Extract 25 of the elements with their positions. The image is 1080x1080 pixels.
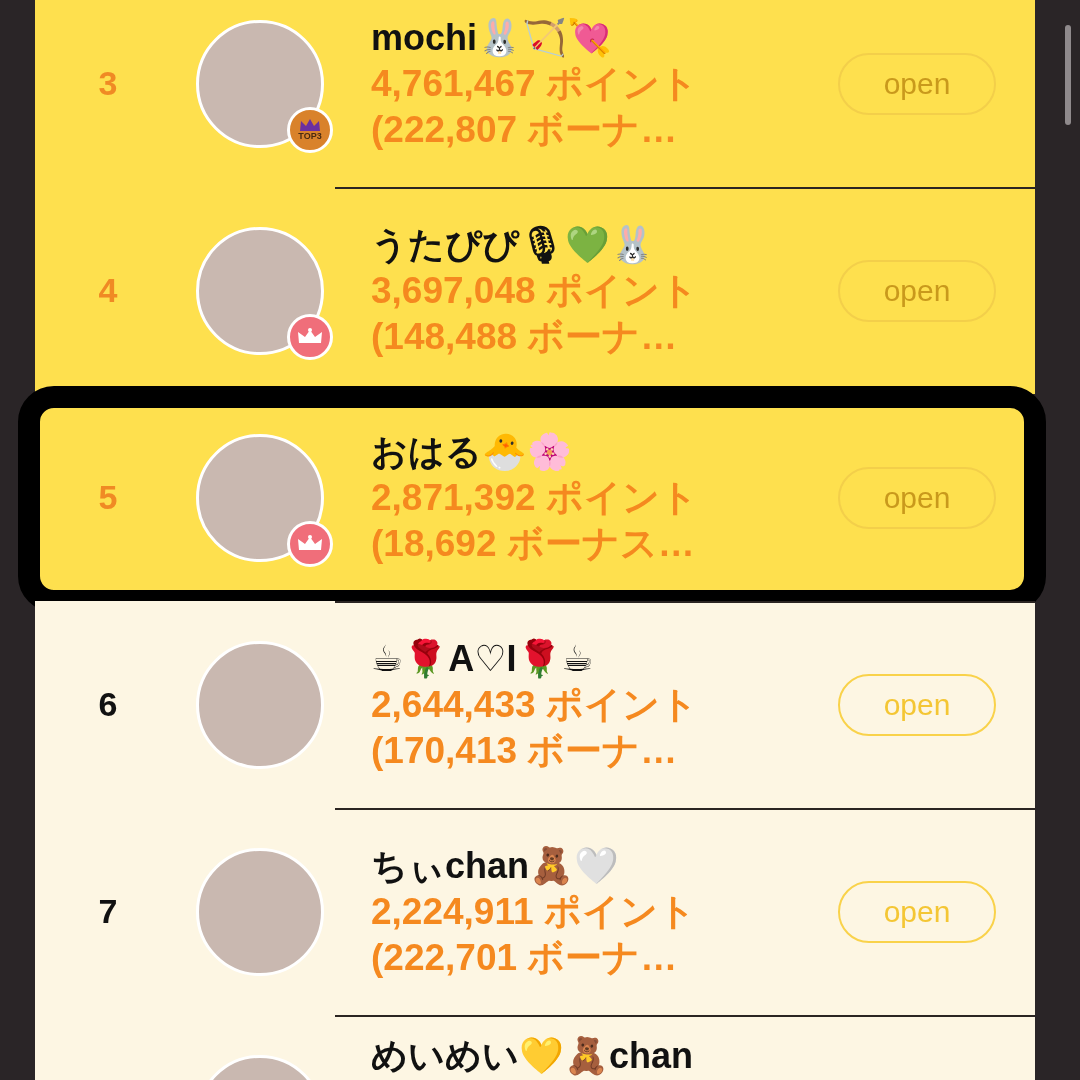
bonus-text: (170,413 ボーナ… xyxy=(371,728,679,773)
user-name: mochi🐰🏹💘 xyxy=(371,15,613,60)
scrollbar-thumb[interactable] xyxy=(1065,25,1071,125)
bonus-text: (148,488 ボーナ… xyxy=(371,314,679,359)
rank-number: 4 xyxy=(98,271,118,310)
points-text: 2,224,911 ポイント xyxy=(371,889,697,934)
bonus-text: (222,807 ボーナ… xyxy=(371,107,679,152)
points-text: 3,697,048 ポイント xyxy=(371,268,699,313)
points-text: 4,761,467 ポイント xyxy=(371,61,699,106)
rank-number: 3 xyxy=(98,64,118,103)
open-button[interactable]: open xyxy=(838,880,996,943)
open-button[interactable]: open xyxy=(838,673,996,736)
user-name: うたぴぴ🎙💚🐰 xyxy=(371,222,656,267)
rank-number: 5 xyxy=(98,478,118,517)
user-name: ☕🌹A♡I🌹☕ xyxy=(371,636,595,681)
bonus-text: (222,701 ボーナ… xyxy=(371,935,679,980)
rank-number: 6 xyxy=(98,685,118,724)
user-name: おはる🐣🌸 xyxy=(371,429,573,474)
points-text: 2,644,433 ポイント xyxy=(371,682,699,727)
bonus-text: (18,692 ボーナス… xyxy=(371,521,696,566)
points-text: 2,871,392 ポイント xyxy=(371,475,699,520)
user-name: ちぃchan🧸🤍 xyxy=(371,843,621,888)
top3-badge: TOP3 xyxy=(287,106,333,153)
user-name: めいめい💛🧸chan xyxy=(371,1034,695,1078)
rank-number: 7 xyxy=(98,892,118,931)
